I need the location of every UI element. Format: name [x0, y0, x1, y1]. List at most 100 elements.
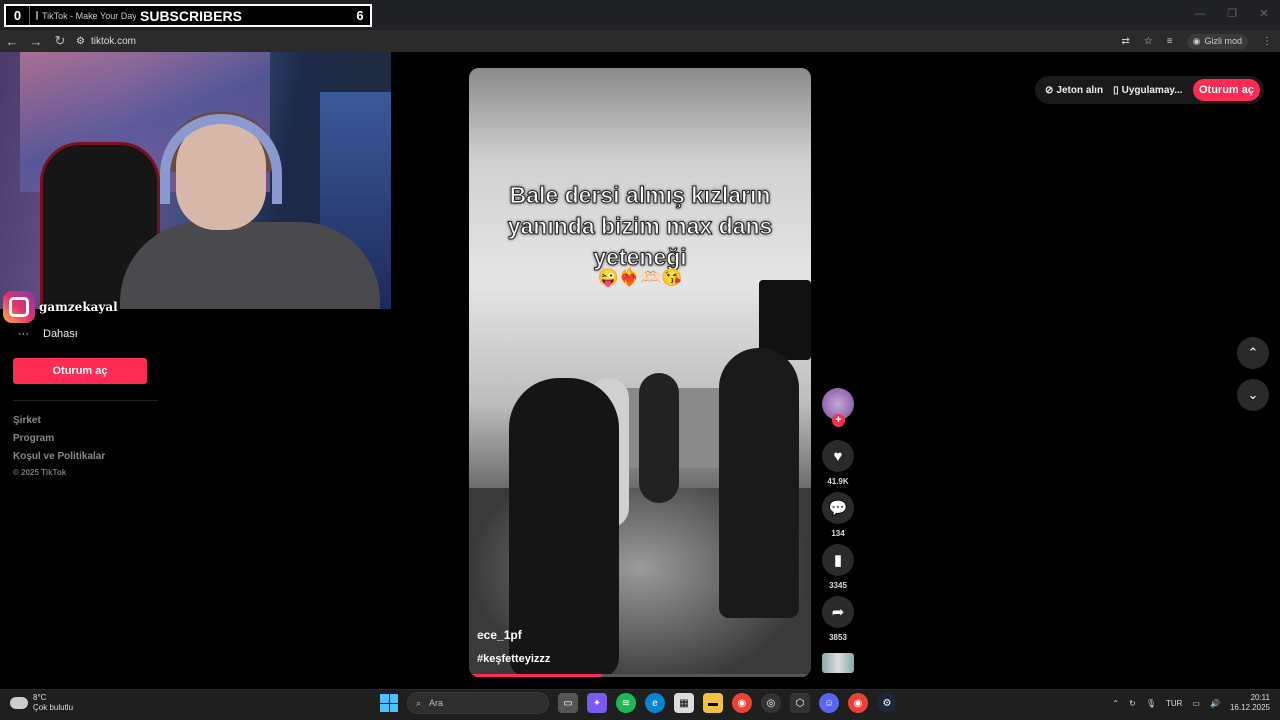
share-icon[interactable]: ➦	[822, 596, 854, 628]
chevron-up-icon[interactable]: ⌃	[1112, 699, 1119, 708]
comment-icon[interactable]: 💬	[822, 492, 854, 524]
save-count: 3345	[829, 581, 847, 590]
window-controls: — ❐ ✕	[1184, 0, 1280, 30]
streamer-body	[120, 222, 380, 309]
incognito-badge[interactable]: ◉ Gizli mod	[1186, 33, 1248, 49]
instagram-handle: gamzekayal	[39, 300, 118, 314]
sync-icon[interactable]: ↻	[1129, 699, 1136, 708]
tiktok-icon	[36, 11, 38, 20]
close-icon[interactable]: ✕	[1248, 0, 1280, 30]
subscriber-label: SUBSCRIBERS	[140, 7, 242, 24]
volume-icon[interactable]: 🔊	[1210, 699, 1220, 708]
search-placeholder: Ara	[429, 698, 444, 708]
caption-emojis: 😜❤️‍🔥🫶🏻😘	[597, 268, 683, 287]
spotify-icon[interactable]: ≋	[616, 693, 636, 713]
menu-kebab-icon[interactable]: ⋮	[1262, 36, 1272, 47]
taskbar-search[interactable]: ⌕ Ara	[407, 692, 549, 714]
next-video-button[interactable]: ⌄	[1237, 379, 1269, 411]
microphone-icon[interactable]: 🎙	[1146, 699, 1156, 708]
follow-plus-icon[interactable]: +	[832, 414, 845, 427]
file-explorer-icon[interactable]: ▬	[703, 693, 723, 713]
caption-line: Bale dersi almış kızların	[509, 182, 771, 209]
taskbar-apps: ⌕ Ara ▭ ✦ ≋ e ▦ ▬ ◉ ◎ ⬡ ☺ ◉ ⚙	[380, 692, 897, 714]
incognito-icon: ◉	[1192, 35, 1201, 46]
get-coins-label: Jeton alın	[1056, 84, 1104, 96]
like-action[interactable]: ♥ 41.9K	[822, 440, 854, 486]
discord-icon[interactable]: ☺	[819, 693, 839, 713]
get-app-button[interactable]: ▯ Uygulamay...	[1113, 85, 1182, 96]
subscriber-right-count: 6	[356, 8, 364, 23]
footer-links: Şirket Program Koşul ve Politikalar © 20…	[13, 412, 105, 482]
store-icon[interactable]: ▦	[674, 693, 694, 713]
video-progress-bar[interactable]	[469, 674, 811, 677]
taskbar: 8°C Çok bulutlu ⌕ Ara ▭ ✦ ≋ e ▦ ▬ ◉ ◎ ⬡ …	[0, 689, 1280, 720]
copyright: © 2025 TikTok	[13, 468, 67, 477]
address-bar: ← → ↻ ⚙ tiktok.com ⇄ ☆ ≡ ◉ Gizli mod ⋮	[0, 30, 1280, 52]
steam-icon[interactable]: ⚙	[877, 693, 897, 713]
weather-temp: 8°C	[33, 693, 47, 702]
forward-icon[interactable]: →	[24, 34, 48, 49]
bookmark-star-icon[interactable]: ☆	[1144, 36, 1153, 47]
task-view-icon[interactable]: ▭	[558, 693, 578, 713]
chevron-down-icon: ⌄	[1247, 387, 1259, 402]
chrome-incognito-icon[interactable]: ◉	[848, 693, 868, 713]
like-count: 41.9K	[827, 477, 849, 486]
sidebar-login-button[interactable]: Oturum aç	[13, 358, 147, 384]
weather-desc: Çok bulutlu	[33, 703, 74, 712]
url-text: tiktok.com	[90, 35, 136, 47]
system-tray: ⌃ ↻ 🎙 TUR ▭ 🔊 20:11 16.12.2025	[1112, 693, 1270, 713]
video-progress-fill	[469, 674, 603, 677]
video-player[interactable]: Bale dersi almış kızların yanında bizim …	[469, 68, 811, 677]
music-disc-icon[interactable]	[822, 653, 854, 673]
chevron-up-icon: ⌃	[1247, 345, 1259, 360]
display-icon[interactable]: ▭	[1192, 699, 1200, 708]
site-info-icon[interactable]: ⚙	[76, 36, 85, 47]
url-field[interactable]: ⚙ tiktok.com	[76, 36, 136, 47]
obs-icon[interactable]: ◎	[761, 693, 781, 713]
subscriber-counter-overlay: 0 TikTok - Make Your Day SUBSCRIBERS 6	[4, 4, 372, 27]
save-action[interactable]: ▮ 3345	[822, 544, 854, 590]
heart-icon[interactable]: ♥	[822, 440, 854, 472]
reload-icon[interactable]: ↻	[48, 33, 72, 49]
browser-tab-strip: 0 TikTok - Make Your Day SUBSCRIBERS 6 —…	[0, 0, 1280, 30]
incognito-label: Gizli mod	[1204, 36, 1242, 46]
edge-icon[interactable]: e	[645, 693, 665, 713]
divider	[13, 400, 158, 401]
clock-time: 20:11	[1250, 693, 1270, 702]
sidebar-item-more[interactable]: ··· Dahası	[18, 328, 78, 340]
comment-action[interactable]: 💬 134	[822, 492, 854, 538]
instagram-tag: gamzekayal	[3, 291, 118, 323]
caption-line: yanında bizim max dans	[507, 213, 773, 240]
back-icon[interactable]: ←	[0, 34, 24, 49]
previous-video-button[interactable]: ⌃	[1237, 337, 1269, 369]
windows-start-icon[interactable]	[380, 694, 398, 712]
video-person	[639, 373, 679, 503]
search-icon: ⌕	[416, 697, 422, 708]
share-action[interactable]: ➦ 3853	[822, 596, 854, 642]
minimize-icon[interactable]: —	[1184, 0, 1216, 30]
copilot-icon[interactable]: ✦	[587, 693, 607, 713]
translate-icon[interactable]: ⇄	[1121, 36, 1129, 47]
clock[interactable]: 20:11 16.12.2025	[1230, 693, 1270, 713]
video-caption: Bale dersi almış kızların yanında bizim …	[469, 180, 811, 273]
cloud-icon	[10, 697, 28, 709]
weather-widget[interactable]: 8°C Çok bulutlu	[10, 693, 73, 713]
video-username[interactable]: ece_1pf	[477, 628, 522, 642]
bookmark-icon[interactable]: ▮	[822, 544, 854, 576]
video-hashtag[interactable]: #keşfetteyizzz	[477, 653, 550, 665]
top-login-button[interactable]: Oturum aç	[1192, 79, 1260, 101]
tab-search-icon[interactable]: ≡	[1167, 36, 1173, 47]
webcam-overlay	[0, 52, 391, 309]
footer-link-company[interactable]: Şirket	[13, 412, 105, 430]
address-bar-actions: ⇄ ☆ ≡ ◉ Gizli mod ⋮	[1121, 30, 1272, 52]
coin-icon: ⊘	[1045, 84, 1054, 96]
clock-date: 16.12.2025	[1229, 703, 1270, 712]
phone-icon: ▯	[1113, 84, 1119, 96]
chrome-icon[interactable]: ◉	[732, 693, 752, 713]
app-icon[interactable]: ⬡	[790, 693, 810, 713]
restore-icon[interactable]: ❐	[1216, 0, 1248, 30]
footer-link-program[interactable]: Program	[13, 430, 105, 448]
get-coins-button[interactable]: ⊘ Jeton alın	[1045, 85, 1103, 96]
browser-tab[interactable]: TikTok - Make Your Day	[36, 11, 136, 21]
language-indicator[interactable]: TUR	[1166, 699, 1182, 708]
